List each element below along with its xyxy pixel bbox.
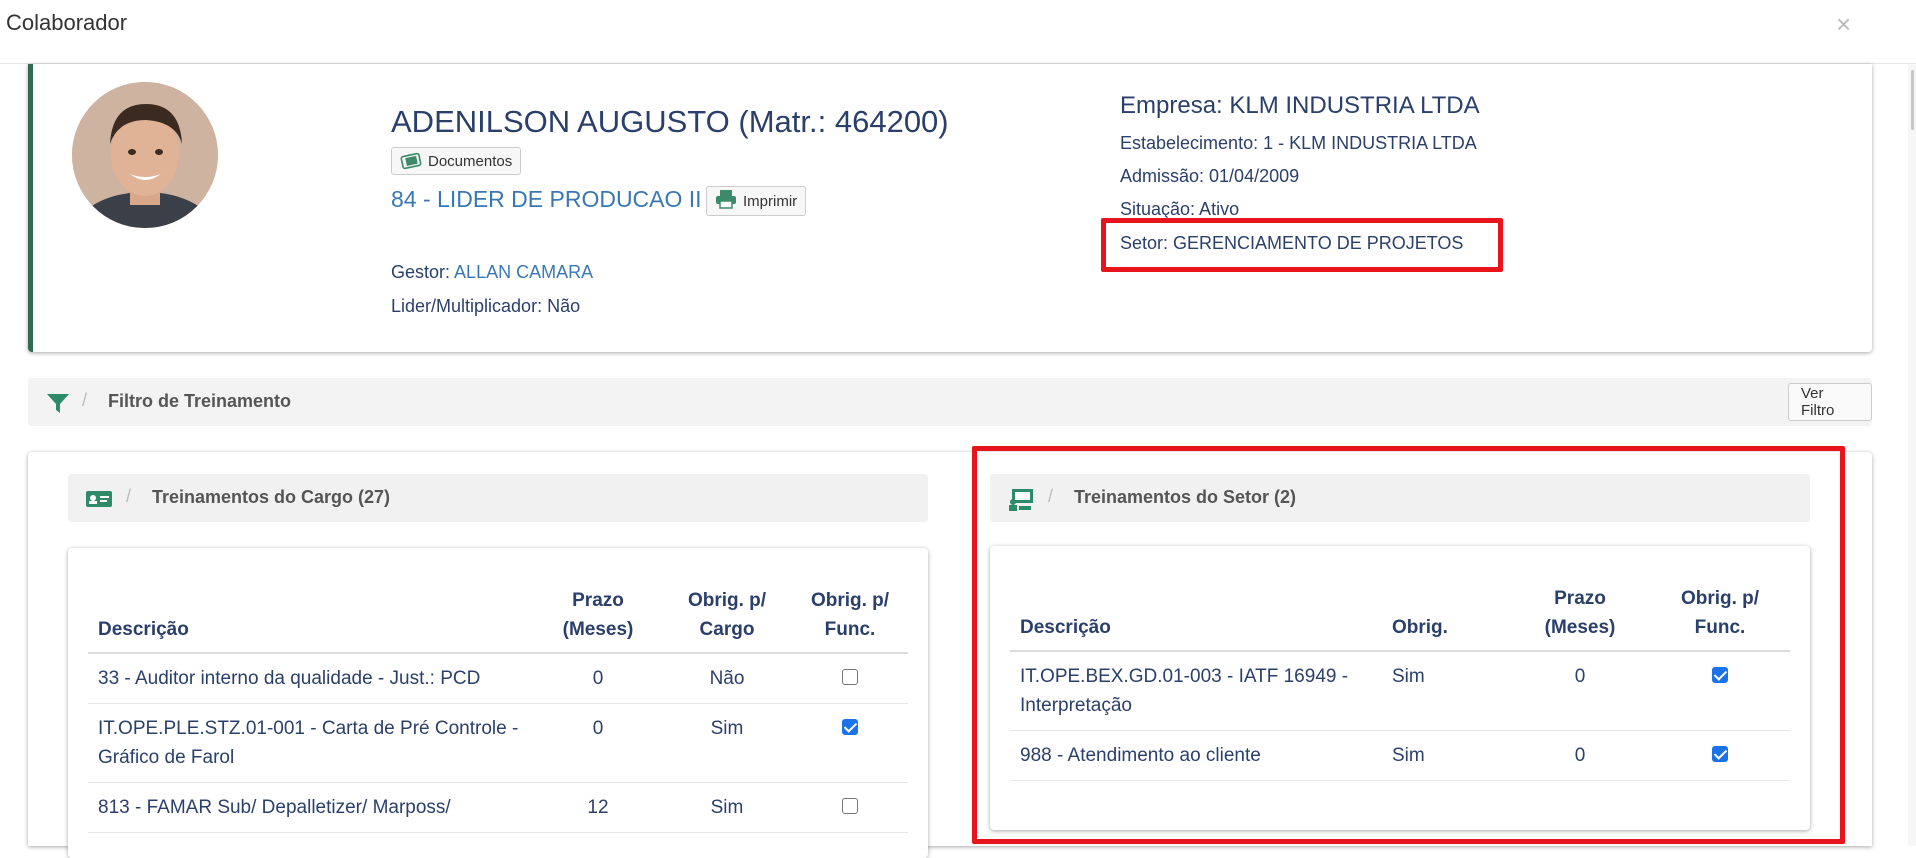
breadcrumb-separator: / bbox=[1048, 486, 1054, 506]
col-descricao: Descrição bbox=[1010, 576, 1382, 652]
gestor-link[interactable]: ALLAN CAMARA bbox=[454, 262, 593, 282]
situacao: Situação: Ativo bbox=[1120, 199, 1240, 219]
cell-descricao: IT.OPE.PLE.STZ.01-001 - Carta de Pré Con… bbox=[88, 703, 534, 783]
filter-icon[interactable] bbox=[46, 391, 70, 415]
employee-name: ADENILSON AUGUSTO (Matr.: 464200) bbox=[391, 104, 949, 139]
close-icon[interactable]: × bbox=[1836, 10, 1851, 38]
documents-icon bbox=[400, 152, 422, 170]
cell-obrig-cargo: Sim bbox=[662, 703, 792, 783]
cargo-section-title: Treinamentos do Cargo (27) bbox=[152, 487, 391, 507]
id-card-icon bbox=[86, 488, 112, 510]
estabelecimento: Estabelecimento: 1 - KLM INDUSTRIA LTDA bbox=[1120, 133, 1477, 153]
cell-prazo: 0 bbox=[1510, 730, 1650, 781]
cell-obrig-func bbox=[1650, 730, 1790, 781]
cell-descricao: IT.OPE.BEX.GD.01-003 - IATF 16949 - Inte… bbox=[1010, 651, 1382, 731]
cell-obrig-func bbox=[792, 703, 908, 783]
employee-role: 84 - LIDER DE PRODUCAO II bbox=[391, 186, 702, 212]
gestor-line: Gestor: ALLAN CAMARA bbox=[391, 262, 593, 283]
documents-button[interactable]: Documentos bbox=[391, 147, 522, 175]
col-prazo: Prazo (Meses) bbox=[1510, 576, 1650, 652]
modal-title: Colaborador bbox=[6, 10, 128, 35]
cell-descricao: 988 - Atendimento ao cliente bbox=[1010, 730, 1382, 781]
filter-bar: / Filtro de Treinamento Ver Filtro bbox=[28, 378, 1872, 426]
col-obrig: Obrig. bbox=[1382, 576, 1510, 652]
scrollbar-thumb[interactable] bbox=[1911, 70, 1914, 130]
table-row: IT.OPE.PLE.STZ.01-001 - Carta de Pré Con… bbox=[88, 703, 908, 783]
cell-obrig-cargo: Sim bbox=[662, 782, 792, 833]
modal-header: Colaborador × bbox=[0, 0, 1916, 64]
col-descricao: Descrição bbox=[88, 578, 534, 654]
cell-prazo: 12 bbox=[534, 782, 662, 833]
col-prazo: Prazo (Meses) bbox=[534, 578, 662, 654]
setor-section-title: Treinamentos do Setor (2) bbox=[1074, 487, 1297, 507]
lider-line: Lider/Multiplicador: Não bbox=[391, 296, 580, 317]
cell-prazo: 0 bbox=[1510, 651, 1650, 731]
cell-obrig-func bbox=[792, 782, 908, 833]
training-board-icon bbox=[1008, 488, 1034, 511]
cell-descricao: 813 - FAMAR Sub/ Depalletizer/ Marposs/ bbox=[88, 782, 534, 833]
obrig-func-checkbox[interactable] bbox=[1712, 745, 1728, 762]
col-obrig-func: Obrig. p/Func. bbox=[792, 578, 908, 654]
admissao: Admissão: 01/04/2009 bbox=[1120, 166, 1300, 186]
cell-obrig-func bbox=[1650, 651, 1790, 731]
cell-obrig: Sim bbox=[1382, 730, 1510, 781]
obrig-func-checkbox[interactable] bbox=[842, 718, 858, 735]
col-obrig-func: Obrig. p/Func. bbox=[1650, 576, 1790, 652]
table-header-row: Descrição Obrig. Prazo (Meses) Obrig. p/F… bbox=[1010, 576, 1790, 652]
lider-value: Não bbox=[547, 296, 581, 316]
obrig-func-checkbox[interactable] bbox=[1712, 666, 1728, 683]
breadcrumb-separator: / bbox=[126, 486, 132, 506]
cell-prazo: 0 bbox=[534, 653, 662, 704]
print-label: Imprimir bbox=[743, 192, 798, 210]
documents-label: Documentos bbox=[428, 152, 513, 170]
lider-label: Lider/Multiplicador: bbox=[391, 296, 543, 316]
obrig-func-checkbox[interactable] bbox=[842, 668, 858, 685]
obrig-func-checkbox[interactable] bbox=[842, 797, 858, 814]
filter-label: Filtro de Treinamento bbox=[108, 391, 292, 411]
cell-prazo: 0 bbox=[534, 703, 662, 783]
setor: Setor: GERENCIAMENTO DE PROJETOS bbox=[1120, 233, 1464, 253]
cargo-section-header: / Treinamentos do Cargo (27) bbox=[68, 474, 928, 522]
table-row: 33 - Auditor interno da qualidade - Just… bbox=[88, 653, 908, 704]
table-row: 988 - Atendimento ao cliente Sim 0 bbox=[1010, 730, 1790, 781]
setor-table: Descrição Obrig. Prazo (Meses) Obrig. p/F… bbox=[1010, 576, 1790, 781]
cargo-table: Descrição Prazo (Meses) Obrig. p/Cargo Ob… bbox=[88, 578, 908, 833]
scrollbar[interactable] bbox=[1908, 64, 1916, 846]
print-button[interactable]: Imprimir bbox=[706, 186, 807, 216]
table-row: 813 - FAMAR Sub/ Depalletizer/ Marposs/ … bbox=[88, 782, 908, 833]
cell-obrig-func bbox=[792, 653, 908, 704]
cell-obrig-cargo: Não bbox=[662, 653, 792, 704]
cell-descricao: 33 - Auditor interno da qualidade - Just… bbox=[88, 653, 534, 704]
ver-filtro-button[interactable]: Ver Filtro bbox=[1788, 383, 1872, 421]
printer-icon bbox=[715, 189, 737, 213]
gestor-label: Gestor: bbox=[391, 262, 451, 282]
setor-section-header: / Treinamentos do Setor (2) bbox=[990, 474, 1810, 522]
table-row: IT.OPE.BEX.GD.01-003 - IATF 16949 - Inte… bbox=[1010, 651, 1790, 731]
avatar bbox=[72, 82, 218, 228]
profile-card bbox=[28, 64, 1872, 352]
cell-obrig: Sim bbox=[1382, 651, 1510, 731]
cargo-table-viewport: Descrição Prazo (Meses) Obrig. p/Cargo Ob… bbox=[68, 548, 930, 842]
col-obrig-cargo: Obrig. p/Cargo bbox=[662, 578, 792, 654]
company-name: Empresa: KLM INDUSTRIA LTDA bbox=[1120, 92, 1480, 119]
breadcrumb-separator: / bbox=[82, 390, 88, 410]
table-header-row: Descrição Prazo (Meses) Obrig. p/Cargo Ob… bbox=[88, 578, 908, 654]
